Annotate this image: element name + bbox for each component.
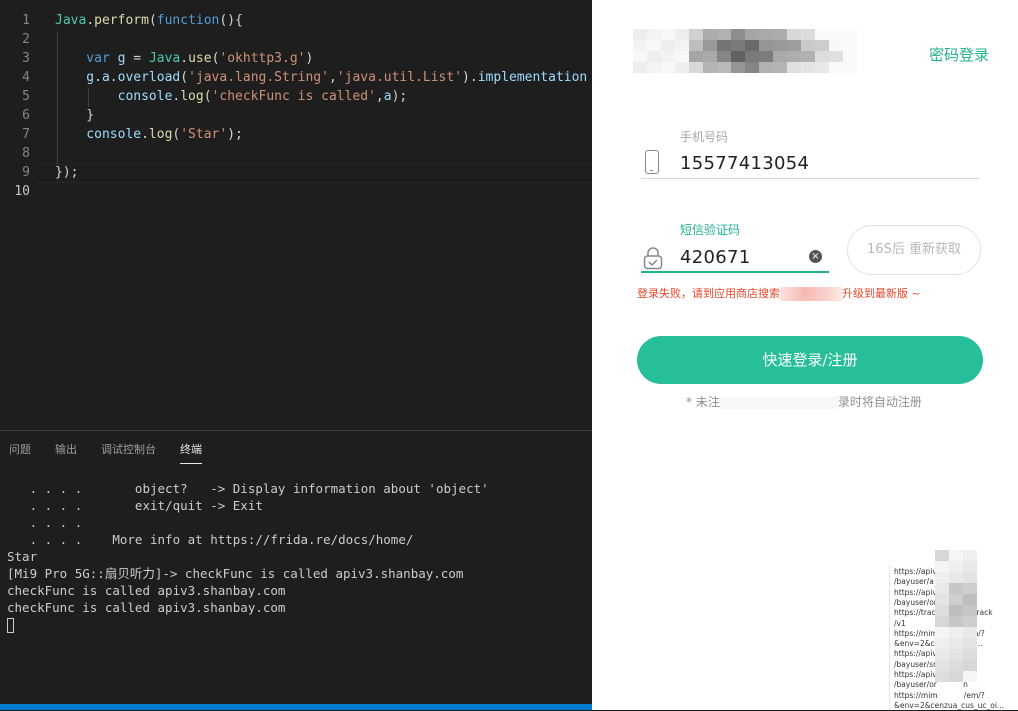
code-line: 3 var g = Java.use('okhttp3.g') [0,49,592,68]
code-line: 10 [0,182,592,201]
sms-code-label: 短信验证码 [680,223,741,237]
terminal-line: . . . . [7,515,83,530]
sms-code-input[interactable]: 420671 [680,247,751,268]
code-line: 8 [0,144,592,163]
pixelated-logo-image [633,29,857,73]
line-number: 4 [22,70,30,85]
code-line: 9}); [0,163,592,182]
terminal-line: Star [7,549,38,564]
notice-suffix: 录时将自动注册 [837,395,922,409]
network-log-line: /bayuser/sr [894,659,937,669]
redacted-notice-text [719,396,838,409]
code-line: 7 console.log('Star'); [0,125,592,144]
terminal-line: . . . . exit/quit -> Exit [7,498,263,513]
code-text: g.a.overload('java.lang.String','java.ut… [55,70,588,85]
code-line: 2 [0,30,592,49]
clear-input-icon[interactable]: × [809,250,822,263]
phone-icon [645,150,659,174]
phone-input[interactable]: 15577413054 [680,153,809,174]
notice-prefix: * 未注 [686,395,720,409]
code-editor[interactable]: 1 Java.perform(function(){ 2 3 var g = Java… [0,0,592,430]
quick-login-register-button[interactable]: 快速登录/注册 [637,336,983,384]
sms-code-underline [641,271,829,273]
status-bar [0,704,592,710]
network-log-line: /bayuser/a [894,577,934,587]
network-log-line: /v1 [894,618,906,628]
code-text: console.log('checkFunc is called',a); [55,89,408,104]
tab-terminal[interactable]: 终端 [180,441,202,464]
network-log-line: &env=2&cenzua_cus_uc_oi... [894,700,1005,710]
terminal-line: checkFunc is called apiv3.shanbay.com [7,583,286,598]
terminal-line: . . . . object? -> Display information a… [7,481,489,496]
line-number: 5 [22,89,30,104]
code-line: 4 g.a.overload('java.lang.String','java.… [0,68,592,87]
lock-icon [643,247,663,270]
code-line: 6 } [0,106,592,125]
line-number: 7 [22,127,30,142]
error-text-prefix: 登录失败，请到应用商店搜索 [637,287,780,300]
code-text: }); [55,165,79,180]
line-number: 6 [22,108,30,123]
code-text: var g = Java.use('okhttp3.g') [55,51,314,66]
bottom-panel: 问题 输出 调试控制台 终端 . . . . object? -> Displa… [0,430,592,711]
resend-code-button[interactable]: 16S后 重新获取 [847,225,981,275]
phone-label: 手机号码 [680,130,729,144]
line-number: 2 [22,32,30,47]
code-text: Java.perform(function(){ [55,13,243,28]
code-line: 5 console.log('checkFunc is called',a); [0,87,592,106]
line-number: 8 [22,146,30,161]
code-text: console.log('Star'); [55,127,243,142]
network-log-line: https://mim /em/? [894,690,985,700]
terminal-line: [Mi9 Pro 5G::扇贝听力]-> checkFunc is called… [7,566,464,581]
code-line: 1 Java.perform(function(){ [0,11,592,30]
redacted-app-name [780,287,842,301]
terminal-cursor [7,618,14,633]
login-error-message: 登录失败，请到应用商店搜索 升级到最新版 ~ [637,285,921,301]
auto-register-notice: * 未注 录时将自动注册 [686,393,922,410]
password-login-link[interactable]: 密码登录 [929,44,989,65]
code-text: } [55,108,95,123]
terminal-line: . . . . More info at https://frida.re/do… [7,532,414,547]
line-number: 9 [22,165,30,180]
tab-debug-console[interactable]: 调试控制台 [101,441,156,457]
tab-problems[interactable]: 问题 [9,441,31,457]
error-text-suffix: 升级到最新版 ~ [842,287,921,300]
tab-output[interactable]: 输出 [55,441,77,457]
terminal-line: checkFunc is called apiv3.shanbay.com [7,600,286,615]
line-number: 10 [14,184,30,199]
line-number: 1 [22,13,30,28]
pixelated-url-overlay [935,550,977,682]
line-number: 3 [22,51,30,66]
phone-underline [641,178,979,179]
